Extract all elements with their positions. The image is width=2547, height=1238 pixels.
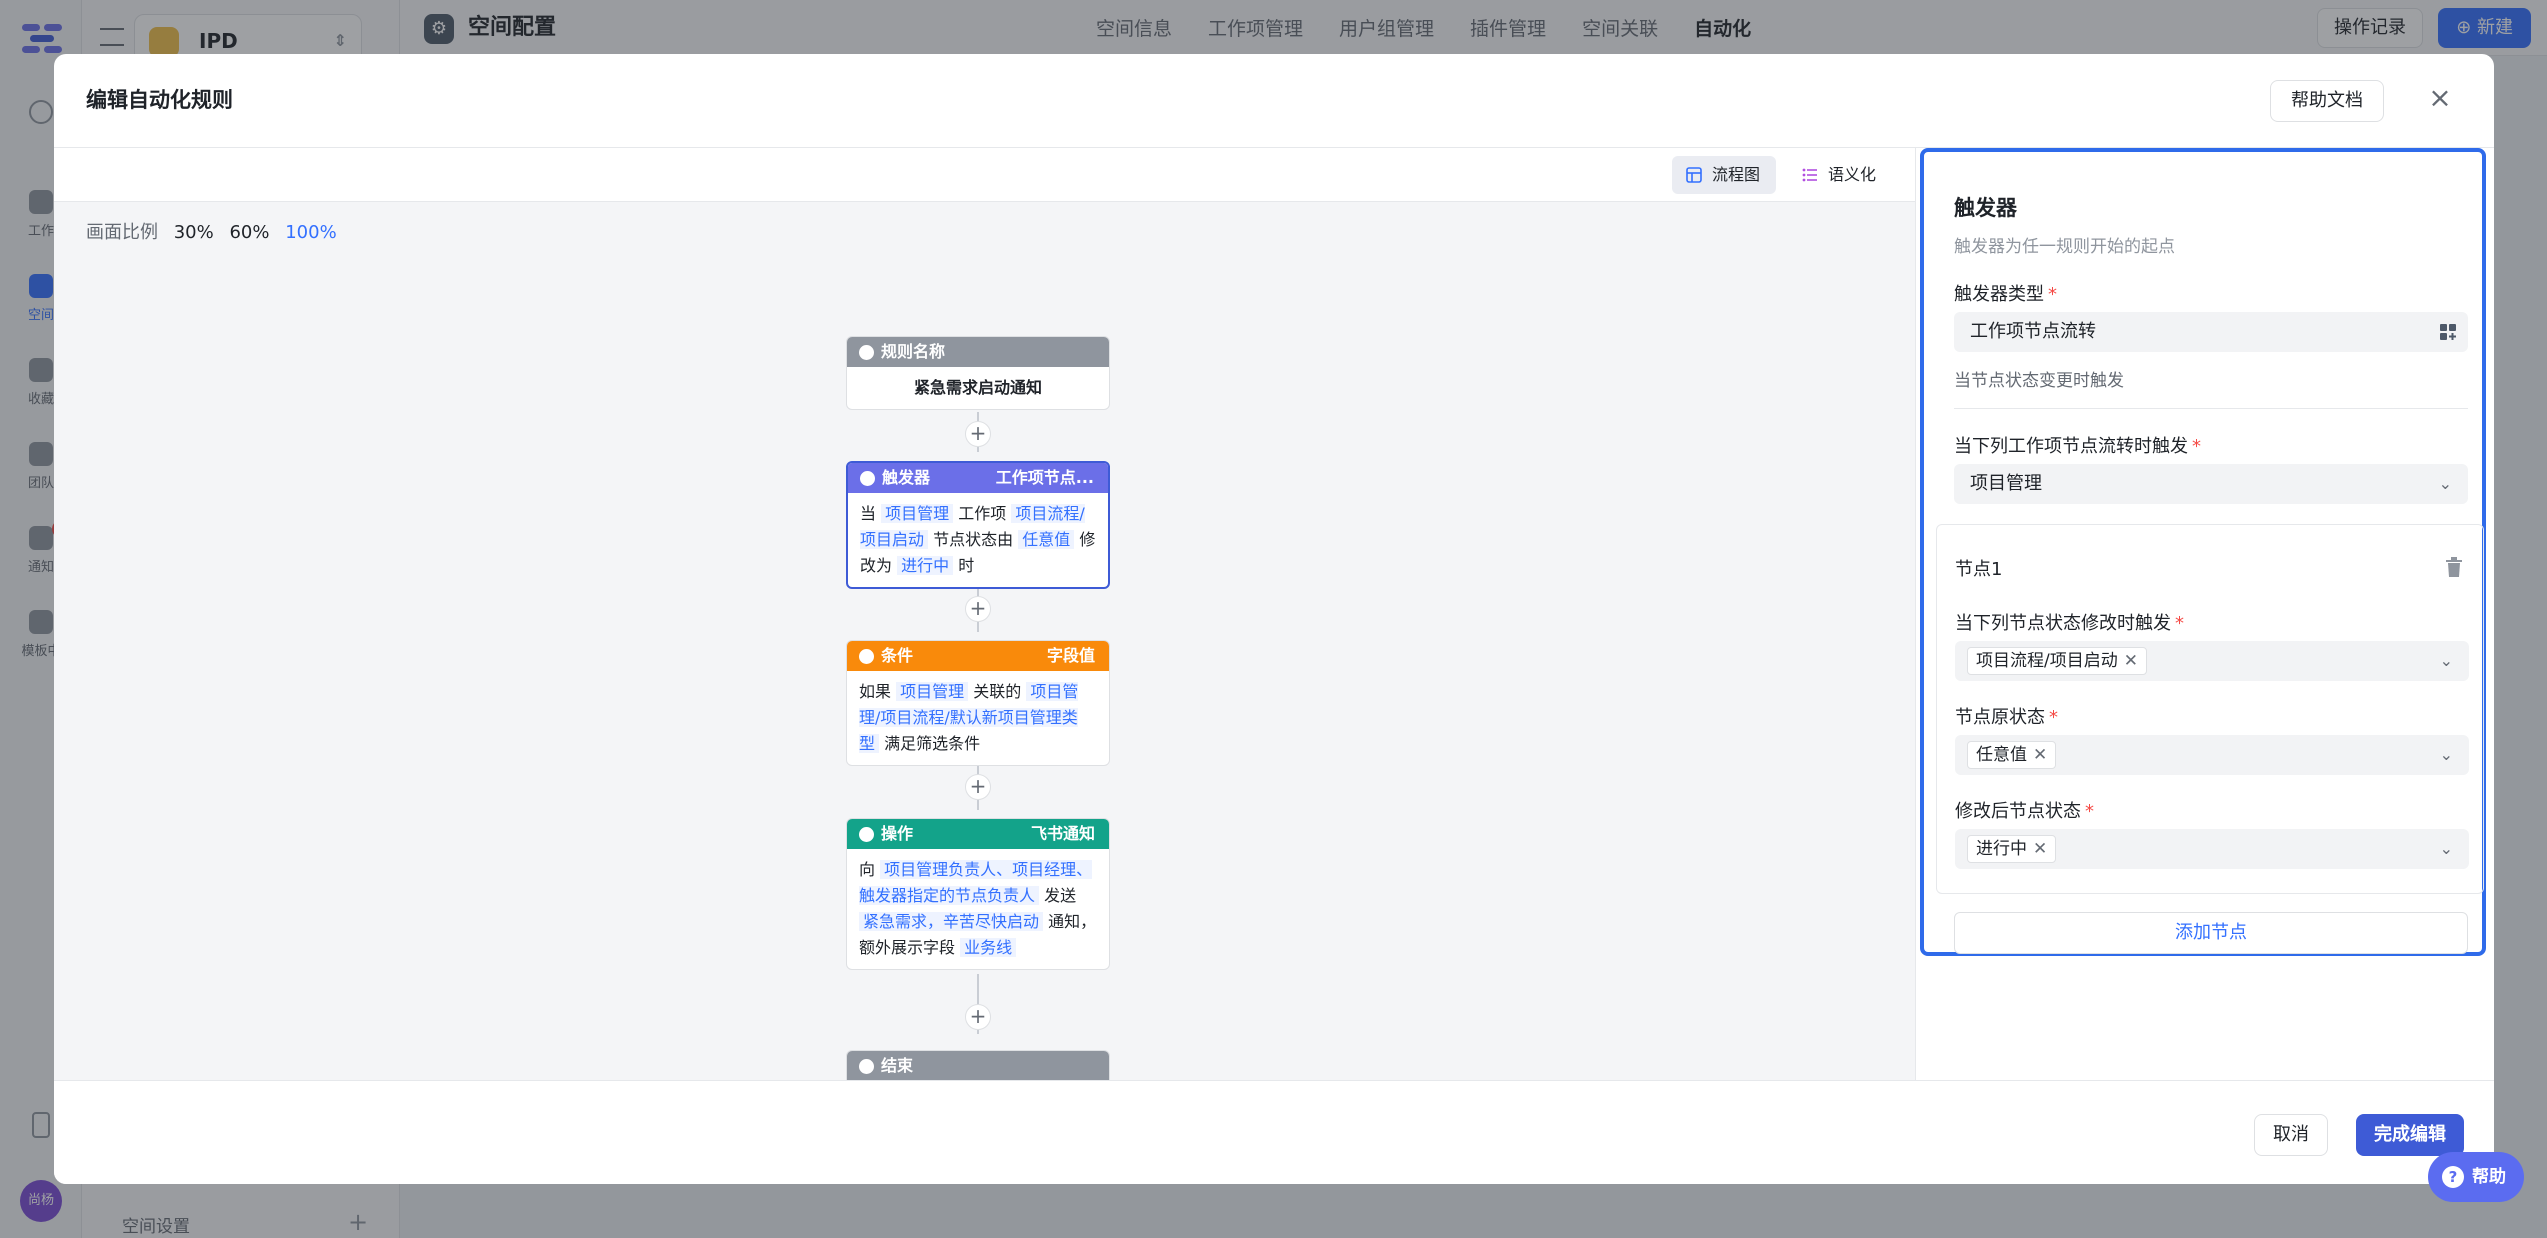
trigger-type-label: 触发器类型 *: [1954, 284, 2057, 305]
panel-title: 触发器: [1954, 196, 2017, 220]
trigger-type-select[interactable]: 工作项节点流转: [1954, 312, 2468, 352]
modal-header: 编辑自动化规则 帮助文档 ×: [54, 54, 2494, 148]
trigger-type-hint: 当节点状态变更时触发: [1954, 371, 2124, 391]
rule-name-node[interactable]: 规则名称 紧急需求启动通知: [846, 336, 1110, 410]
selected-chip: 项目流程/项目启动 ✕: [1967, 647, 2147, 675]
selected-chip: 进行中 ✕: [1967, 835, 2057, 863]
canvas-toolbar: 流程图 语义化: [54, 148, 1915, 202]
remove-chip-icon[interactable]: ✕: [2033, 745, 2047, 765]
condition-summary: 如果 项目管理 关联的 项目管理/项目流程/默认新项目管理类型 满足筛选条件: [859, 682, 1079, 753]
list-icon: [1802, 168, 1817, 182]
trash-icon[interactable]: [2445, 557, 2463, 577]
cancel-button[interactable]: 取消: [2254, 1114, 2328, 1156]
from-status-label: 节点原状态 *: [1955, 707, 2058, 728]
add-step-button[interactable]: +: [965, 1004, 991, 1030]
modal-title: 编辑自动化规则: [86, 88, 233, 112]
modal-footer: 取消 完成编辑: [54, 1080, 2494, 1184]
action-node[interactable]: 操作 飞书通知 向 项目管理负责人、项目经理、触发器指定的节点负责人 发送 紧急需…: [846, 818, 1110, 970]
chevron-down-icon: ⌄: [2439, 839, 2453, 858]
workitem-select[interactable]: 项目管理 ⌄: [1954, 464, 2468, 504]
flowchart-icon: [1686, 167, 1702, 183]
close-icon[interactable]: ×: [2424, 82, 2456, 114]
trigger-icon: [860, 471, 875, 486]
remove-chip-icon[interactable]: ✕: [2033, 839, 2047, 859]
chevron-down-icon: ⌄: [2438, 474, 2452, 493]
help-float-button[interactable]: ? 帮助: [2428, 1152, 2524, 1202]
add-step-button[interactable]: +: [965, 421, 991, 447]
help-doc-button[interactable]: 帮助文档: [2270, 80, 2384, 122]
view-flowchart-button[interactable]: 流程图: [1672, 156, 1777, 194]
node-status-select[interactable]: 项目流程/项目启动 ✕ ⌄: [1955, 641, 2469, 681]
divider: [1954, 408, 2468, 409]
zoom-100[interactable]: 100%: [285, 222, 336, 243]
add-step-button[interactable]: +: [965, 596, 991, 622]
edit-automation-modal: 编辑自动化规则 帮助文档 × 流程图 语义化 画面比例 30% 60% 100%…: [54, 54, 2494, 1184]
node-title: 节点1: [1955, 559, 2003, 580]
stop-icon: [859, 1059, 874, 1074]
chevron-down-icon: ⌄: [2439, 651, 2453, 670]
zoom-control: 画面比例 30% 60% 100%: [86, 222, 337, 243]
rule-name-text: 紧急需求启动通知: [913, 378, 1042, 397]
trigger-node[interactable]: 触发器 工作项节点... 当 项目管理 工作项 项目流程/项目启动 节点状态由 任…: [846, 461, 1110, 589]
workitem-label: 当下列工作项节点流转时触发 *: [1954, 436, 2201, 457]
panel-desc: 触发器为任一规则开始的起点: [1954, 237, 2175, 257]
selected-chip: 任意值 ✕: [1967, 741, 2057, 769]
to-status-select[interactable]: 进行中 ✕ ⌄: [1955, 829, 2469, 869]
trigger-config-panel: 触发器 触发器为任一规则开始的起点 触发器类型 * 工作项节点流转 当节点状态变更…: [1918, 148, 2494, 1080]
remove-chip-icon[interactable]: ✕: [2124, 651, 2138, 671]
action-summary: 向 项目管理负责人、项目经理、触发器指定的节点负责人 发送 紧急需求，辛苦尽快启…: [859, 860, 1097, 957]
filter-icon: [859, 649, 874, 664]
flow-canvas[interactable]: 流程图 语义化 画面比例 30% 60% 100% + + + + 规则名称 紧…: [54, 148, 1916, 1124]
add-step-button[interactable]: +: [965, 774, 991, 800]
play-icon: [859, 345, 874, 360]
trigger-summary: 当 项目管理 工作项 项目流程/项目启动 节点状态由 任意值 修改为 进行中 时: [860, 504, 1096, 575]
apps-icon: [2440, 324, 2456, 340]
view-semantic-button[interactable]: 语义化: [1788, 156, 1892, 194]
help-icon: ?: [2442, 1166, 2464, 1188]
node-status-label: 当下列节点状态修改时触发 *: [1955, 613, 2184, 634]
zoom-60[interactable]: 60%: [229, 222, 269, 243]
chevron-down-icon: ⌄: [2439, 745, 2453, 764]
condition-node[interactable]: 条件 字段值 如果 项目管理 关联的 项目管理/项目流程/默认新项目管理类型 满足…: [846, 640, 1110, 766]
to-status-label: 修改后节点状态 *: [1955, 801, 2094, 822]
node-card: 节点1 当下列节点状态修改时触发 * 项目流程/项目启动 ✕ ⌄ 节点原状态 * 任意…: [1936, 524, 2484, 894]
add-node-button[interactable]: 添加节点: [1954, 912, 2468, 954]
from-status-select[interactable]: 任意值 ✕ ⌄: [1955, 735, 2469, 775]
zoom-30[interactable]: 30%: [174, 222, 214, 243]
trigger-config-box: 触发器 触发器为任一规则开始的起点 触发器类型 * 工作项节点流转 当节点状态变更…: [1920, 148, 2486, 956]
wrench-icon: [859, 827, 874, 842]
done-button[interactable]: 完成编辑: [2356, 1114, 2464, 1156]
